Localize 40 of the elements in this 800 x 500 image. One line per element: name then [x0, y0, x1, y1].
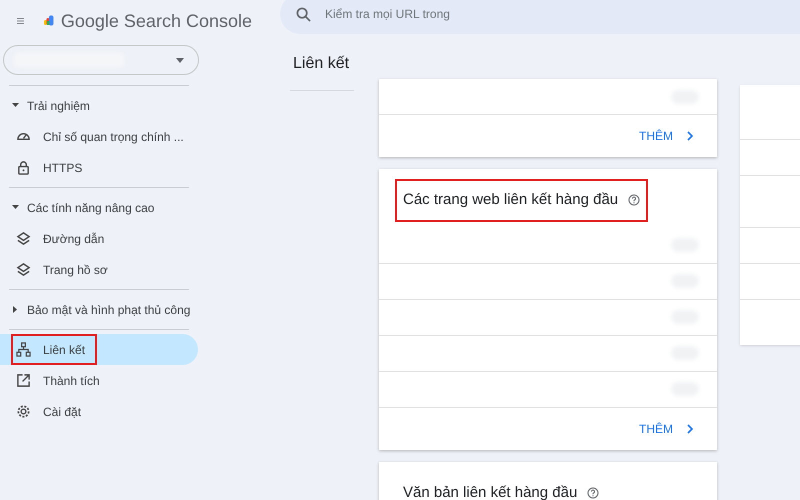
more-link[interactable]: THÊM [639, 420, 693, 438]
more-link[interactable]: THÊM [639, 127, 693, 145]
help-icon[interactable] [628, 194, 640, 206]
nav-label: Chỉ số quan trọng chính ... [43, 128, 184, 146]
nav-label: Đường dẫn [43, 230, 104, 248]
nav-label: Thành tích [43, 372, 100, 390]
search-field[interactable]: Kiểm tra mọi URL trong [280, 0, 800, 34]
page-title: Liên kết [293, 54, 350, 74]
chevron-right-icon [687, 131, 693, 141]
external-link-icon [16, 373, 31, 388]
nav-item[interactable]: Đường dẫn [0, 223, 198, 254]
nav-label: Cài đặt [43, 404, 82, 420]
card-title: Các trang web liên kết hàng đầu [403, 190, 618, 210]
nav-item[interactable]: Thành tích [0, 365, 198, 396]
caret-down-icon [12, 102, 19, 109]
chevron-right-icon [687, 424, 693, 434]
dropdown-caret-icon [176, 58, 184, 62]
sitemap-icon [16, 342, 31, 357]
nav-label: HTTPS [43, 160, 82, 176]
section-header[interactable]: Các tính năng nâng cao [0, 192, 218, 223]
section-header[interactable]: Bảo mật và hình phạt thủ công [0, 294, 218, 325]
nav-label: Trang hồ sơ [43, 262, 108, 278]
product-name: Google Search Console [60, 10, 252, 33]
nav-item[interactable]: HTTPS [0, 152, 198, 183]
caret-right-icon [12, 306, 19, 313]
caret-down-icon [12, 204, 19, 211]
card-title: Văn bản liên kết hàng đầu [403, 482, 578, 500]
layers-icon [16, 231, 31, 246]
lock-icon [16, 160, 31, 175]
menu-icon[interactable] [17, 15, 24, 27]
help-icon[interactable] [587, 486, 600, 499]
nav-label: Liên kết [43, 342, 86, 358]
nav-item[interactable]: Cài đặt [0, 396, 198, 427]
section-header[interactable]: Trải nghiệm [0, 90, 218, 121]
nav-item[interactable]: Chỉ số quan trọng chính ... [0, 121, 198, 152]
layers-icon [16, 262, 31, 277]
nav-item[interactable]: Trang hồ sơ [0, 254, 198, 285]
nav-item[interactable]: Liên kết [0, 334, 198, 365]
search-icon [296, 7, 311, 22]
settings-icon [16, 404, 31, 419]
